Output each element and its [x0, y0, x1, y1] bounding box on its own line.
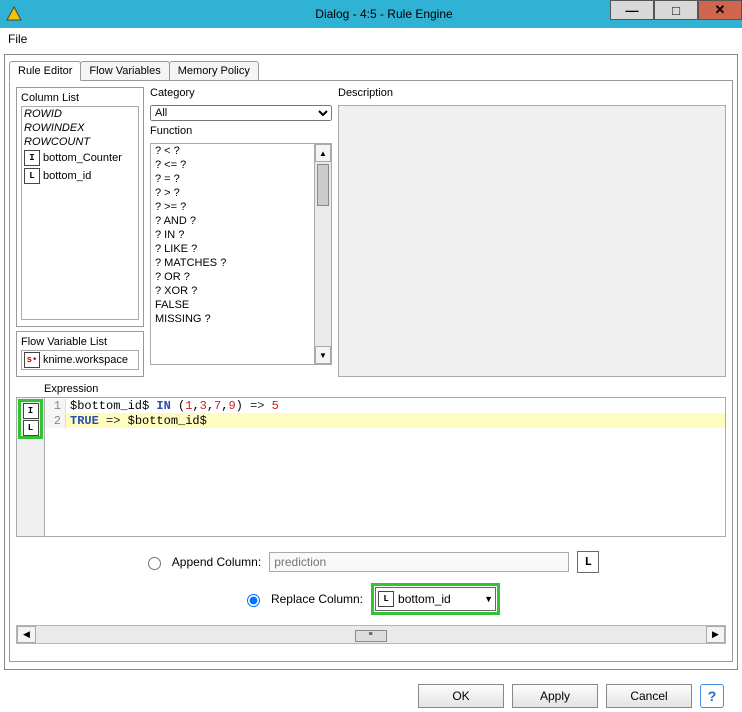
- ok-button[interactable]: OK: [418, 684, 504, 708]
- category-select[interactable]: All: [150, 105, 332, 121]
- maximize-button[interactable]: □: [654, 0, 698, 20]
- flow-variable-panel: Flow Variable List s•knime.workspace: [16, 331, 144, 377]
- column-list-item[interactable]: Ibottom_Counter: [22, 149, 138, 167]
- function-list-scrollbar[interactable]: ▲ ▼: [314, 144, 331, 364]
- app-icon: [6, 6, 22, 22]
- output-options: Append Column: L Replace Column: L botto…: [16, 551, 726, 615]
- column-list-item[interactable]: Lbottom_id: [22, 167, 138, 185]
- scroll-right-icon[interactable]: ▶: [706, 626, 725, 643]
- close-button[interactable]: ✕: [698, 0, 742, 20]
- type-badge: s•: [24, 352, 40, 368]
- expression-code[interactable]: 1$bottom_id$ IN (1,3,7,9) => 52TRUE => $…: [44, 397, 726, 537]
- chevron-down-icon: ▼: [484, 594, 493, 604]
- tab-flow-variables[interactable]: Flow Variables: [80, 61, 169, 81]
- column-list-item[interactable]: ROWID: [22, 107, 138, 121]
- replace-column-select[interactable]: L bottom_id ▼: [375, 587, 496, 611]
- append-column-label: Append Column:: [172, 555, 261, 569]
- dialog-buttons: OK Apply Cancel ?: [0, 674, 742, 712]
- description-box: [338, 105, 726, 377]
- function-item[interactable]: ? XOR ?: [151, 284, 314, 298]
- replace-column-value: bottom_id: [398, 592, 451, 606]
- function-item[interactable]: ? <= ?: [151, 158, 314, 172]
- expression-gutter: I L: [16, 397, 44, 537]
- flow-variable-item[interactable]: s•knime.workspace: [22, 351, 138, 369]
- append-column-radio[interactable]: [148, 557, 161, 570]
- horizontal-scrollbar[interactable]: ◀ ≡ ▶: [16, 625, 726, 644]
- column-list-panel: Column List ROWIDROWINDEXROWCOUNTIbottom…: [16, 87, 144, 327]
- function-item[interactable]: FALSE: [151, 298, 314, 312]
- category-label: Category: [150, 87, 332, 99]
- help-icon[interactable]: ?: [700, 684, 724, 708]
- scroll-up-icon[interactable]: ▲: [315, 144, 331, 162]
- gutter-type-badge-l: L: [23, 420, 39, 436]
- tab-memory-policy[interactable]: Memory Policy: [169, 61, 259, 81]
- tab-content: Column List ROWIDROWINDEXROWCOUNTIbottom…: [9, 80, 733, 662]
- column-list-item[interactable]: ROWINDEX: [22, 121, 138, 135]
- function-item[interactable]: ? >= ?: [151, 200, 314, 214]
- flow-variable-list[interactable]: s•knime.workspace: [21, 350, 139, 370]
- titlebar: Dialog - 4:5 - Rule Engine — □ ✕: [0, 0, 742, 28]
- menu-file[interactable]: File: [8, 32, 27, 46]
- function-list[interactable]: ? < ?? <= ?? = ?? > ?? >= ?? AND ?? IN ?…: [150, 143, 332, 365]
- gutter-highlight: I L: [18, 399, 43, 439]
- append-type-badge: L: [577, 551, 599, 573]
- apply-button[interactable]: Apply: [512, 684, 598, 708]
- append-column-input[interactable]: [269, 552, 569, 572]
- description-label: Description: [338, 87, 726, 99]
- column-list-item[interactable]: ROWCOUNT: [22, 135, 138, 149]
- function-item[interactable]: ? IN ?: [151, 228, 314, 242]
- dialog-body: Rule Editor Flow Variables Memory Policy…: [4, 54, 738, 670]
- function-item[interactable]: ? OR ?: [151, 270, 314, 284]
- replace-column-radio[interactable]: [247, 594, 260, 607]
- function-label: Function: [150, 125, 332, 137]
- function-item[interactable]: ? LIKE ?: [151, 242, 314, 256]
- replace-column-label: Replace Column:: [271, 592, 363, 606]
- menubar: File: [0, 28, 742, 50]
- replace-type-badge: L: [378, 591, 394, 607]
- function-item[interactable]: MISSING ?: [151, 312, 314, 326]
- scroll-track[interactable]: ≡: [36, 627, 706, 642]
- code-line[interactable]: 2TRUE => $bottom_id$: [45, 413, 725, 428]
- function-item[interactable]: ? MATCHES ?: [151, 256, 314, 270]
- type-badge: I: [24, 150, 40, 166]
- column-list[interactable]: ROWIDROWINDEXROWCOUNTIbottom_CounterLbot…: [21, 106, 139, 320]
- tabs: Rule Editor Flow Variables Memory Policy: [9, 59, 733, 81]
- column-list-label: Column List: [21, 92, 139, 104]
- function-item[interactable]: ? AND ?: [151, 214, 314, 228]
- function-item[interactable]: ? < ?: [151, 144, 314, 158]
- expression-label: Expression: [44, 383, 726, 395]
- function-item[interactable]: ? > ?: [151, 186, 314, 200]
- code-line[interactable]: 1$bottom_id$ IN (1,3,7,9) => 5: [45, 398, 725, 413]
- expression-editor[interactable]: I L 1$bottom_id$ IN (1,3,7,9) => 52TRUE …: [16, 397, 726, 537]
- cancel-button[interactable]: Cancel: [606, 684, 692, 708]
- flow-variable-label: Flow Variable List: [21, 336, 139, 348]
- function-item[interactable]: ? = ?: [151, 172, 314, 186]
- minimize-button[interactable]: —: [610, 0, 654, 20]
- scroll-left-icon[interactable]: ◀: [17, 626, 36, 643]
- gutter-type-badge-i: I: [23, 403, 39, 419]
- replace-column-highlight: L bottom_id ▼: [371, 583, 500, 615]
- scroll-down-icon[interactable]: ▼: [315, 346, 331, 364]
- tab-rule-editor[interactable]: Rule Editor: [9, 61, 81, 81]
- type-badge: L: [24, 168, 40, 184]
